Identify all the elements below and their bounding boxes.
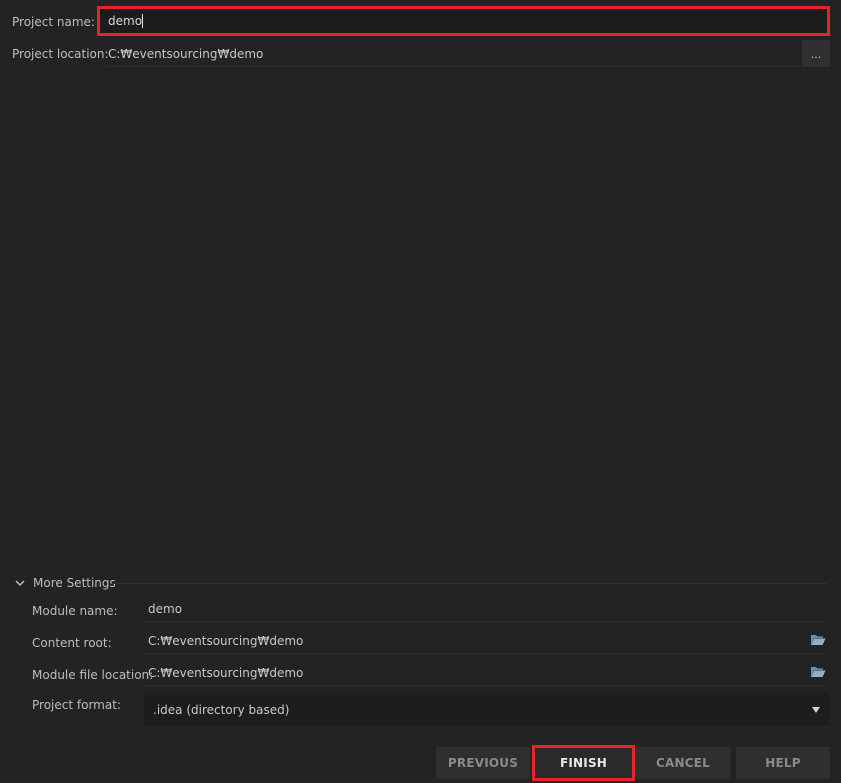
module-name-input[interactable]: demo — [148, 601, 182, 617]
project-location-label: Project location: — [12, 47, 109, 61]
project-location-input[interactable]: C:₩eventsourcing₩demo — [108, 46, 263, 62]
project-format-value: .idea (directory based) — [153, 702, 290, 717]
module-file-location-input[interactable]: C:₩eventsourcing₩demo — [148, 665, 303, 681]
project-location-underline — [106, 66, 802, 67]
dropdown-arrow-icon — [812, 706, 820, 713]
folder-open-icon[interactable] — [810, 634, 826, 646]
project-format-label: Project format: — [32, 698, 121, 712]
module-name-label: Module name: — [32, 604, 118, 618]
content-root-input[interactable]: C:₩eventsourcing₩demo — [148, 633, 303, 649]
section-divider — [112, 583, 828, 584]
help-button[interactable]: HELP — [736, 747, 830, 779]
finish-button[interactable]: FINISH — [532, 745, 635, 781]
cancel-button[interactable]: CANCEL — [636, 747, 730, 779]
previous-button[interactable]: PREVIOUS — [436, 747, 530, 779]
project-name-label: Project name: — [12, 15, 95, 29]
folder-open-icon[interactable] — [810, 666, 826, 678]
module-file-location-underline — [144, 685, 829, 686]
module-name-underline — [144, 621, 829, 622]
text-caret — [142, 14, 144, 28]
content-root-underline — [144, 653, 829, 654]
content-root-label: Content root: — [32, 636, 112, 650]
project-format-select[interactable]: .idea (directory based) — [144, 693, 829, 726]
project-name-value: demo — [108, 14, 143, 28]
project-name-input[interactable]: demo — [97, 6, 830, 36]
browse-location-button[interactable]: ... — [802, 40, 830, 67]
module-file-location-label: Module file location: — [32, 668, 154, 682]
chevron-down-icon[interactable] — [14, 577, 26, 589]
more-settings-toggle[interactable]: More Settings — [33, 575, 116, 591]
